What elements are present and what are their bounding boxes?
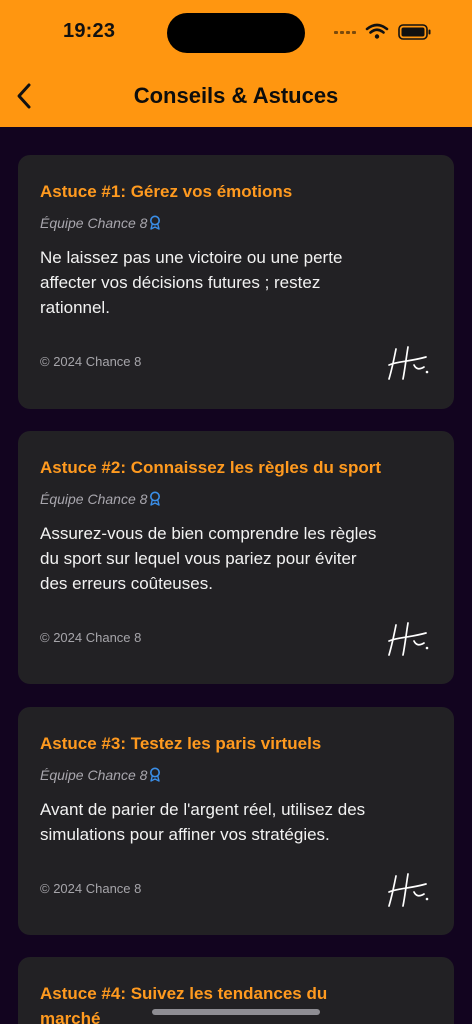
tip-copyright: © 2024 Chance 8 [40, 630, 142, 645]
author-name: Équipe Chance 8 [40, 767, 148, 783]
tip-copyright: © 2024 Chance 8 [40, 881, 142, 896]
author-name: Équipe Chance 8 [40, 215, 148, 231]
author-name: Équipe Chance 8 [40, 491, 148, 507]
home-indicator [152, 1009, 320, 1015]
award-ribbon-icon [150, 215, 161, 230]
tip-author: Équipe Chance 8 [40, 491, 162, 507]
award-ribbon-icon [150, 491, 161, 506]
tip-title: Astuce #3: Testez les paris virtuels [40, 734, 322, 753]
tip-card-1[interactable]: Astuce #1: Gérez vos émotions Équipe Cha… [18, 155, 454, 409]
signature-icon [388, 873, 429, 907]
tip-author: Équipe Chance 8 [40, 215, 162, 231]
tip-text-line: Ne laissez pas une victoire ou une perte [40, 248, 343, 267]
tip-text-line: simulations pour affiner vos stratégies. [40, 825, 330, 844]
status-time: 19:23 [63, 20, 116, 42]
battery-icon [398, 24, 431, 40]
tip-title: Astuce #4: Suivez les tendances du march… [40, 981, 440, 1024]
wifi-dot [374, 34, 380, 39]
tip-text: Avant de parier de l'argent réel, utilis… [40, 797, 432, 847]
tip-text-line: rationnel. [40, 298, 110, 317]
cellular-signal-icon [334, 31, 356, 34]
page-title: Conseils & Astuces [133, 83, 339, 108]
signature-icon [388, 622, 429, 656]
tip-title: Astuce #1: Gérez vos émotions [40, 182, 293, 201]
tip-copyright: © 2024 Chance 8 [40, 354, 142, 369]
app-header: 19:23 Conseils & Astuces [0, 0, 472, 127]
tip-text-line: Avant de parier de l'argent réel, utilis… [40, 800, 366, 819]
tip-text-line: Assurez-vous de bien comprendre les règl… [40, 524, 377, 543]
tip-text-line: affecter vos décisions futures ; restez [40, 273, 321, 292]
tip-author: Équipe Chance 8 [40, 767, 162, 783]
dynamic-island [167, 13, 305, 53]
award-ribbon-icon [150, 767, 161, 782]
tip-text-line: du sport sur lequel vous pariez pour évi… [40, 549, 357, 568]
tip-card-2[interactable]: Astuce #2: Connaissez les règles du spor… [18, 431, 454, 684]
signature-icon [388, 346, 429, 380]
tip-text-line: des erreurs coûteuses. [40, 574, 213, 593]
tip-card-3[interactable]: Astuce #3: Testez les paris virtuels Équ… [18, 707, 454, 935]
tip-text: Assurez-vous de bien comprendre les règl… [40, 521, 432, 596]
tip-text: Ne laissez pas une victoire ou une perte… [40, 245, 432, 320]
status-icons [334, 23, 431, 40]
tip-title: Astuce #2: Connaissez les règles du spor… [40, 458, 382, 477]
tip-title-line: Astuce #4: Suivez les tendances du [40, 984, 328, 1003]
wifi-icon [365, 23, 389, 34]
